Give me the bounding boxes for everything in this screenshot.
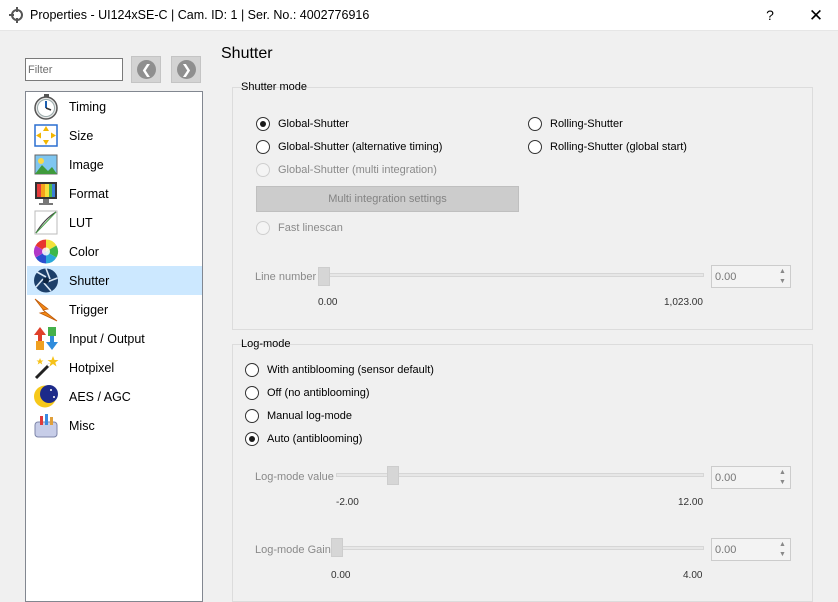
sidebar-item-input-output[interactable]: Input / Output [27,324,202,353]
radio-label: With antiblooming (sensor default) [267,364,434,376]
radio-label: Rolling-Shutter [550,118,623,130]
spin-up-icon[interactable]: ▲ [776,267,789,277]
filter-input[interactable] [25,58,123,81]
radio-label: Global-Shutter (alternative timing) [278,141,443,153]
line-number-slider-thumb[interactable] [318,267,330,286]
radio-label: Rolling-Shutter (global start) [550,141,687,153]
back-button[interactable]: ❮ [131,56,161,83]
spin-down-icon[interactable]: ▼ [776,478,789,488]
sidebar-item-image[interactable]: Image [27,150,202,179]
radio-label: Global-Shutter [278,118,349,130]
radio-label: Auto (antiblooming) [267,433,363,445]
radio-fast-linescan[interactable] [256,221,270,235]
arrow-right-icon: ❯ [177,60,196,79]
multi-integration-settings-button[interactable]: Multi integration settings [256,186,519,212]
shutter-icon [34,268,58,293]
help-button[interactable]: ? [748,0,792,31]
radio-log-manual[interactable] [245,409,259,423]
sidebar-item-label: Misc [69,419,95,433]
close-button[interactable]: ✕ [794,0,838,31]
radio-global-shutter-alt[interactable] [256,140,270,154]
sidebar-item-hotpixel[interactable]: Hotpixel [27,353,202,382]
sidebar-item-label: Image [69,158,104,172]
sidebar-item-trigger[interactable]: Trigger [27,295,202,324]
sidebar-item-label: Size [69,129,94,143]
radio-log-with-antiblooming[interactable] [245,363,259,377]
moon-icon [34,385,58,408]
sidebar-item-label: Format [69,187,109,201]
magic-wand-icon [34,356,59,380]
spin-down-icon[interactable]: ▼ [776,277,789,287]
app-icon [9,7,23,23]
spinbox-value: 0.00 [715,544,737,556]
spin-down-icon[interactable]: ▼ [776,550,789,560]
sidebar-item-aes-agc[interactable]: AES / AGC [27,382,202,411]
line-number-spinbox[interactable]: 0.00 ▲ ▼ [711,265,791,288]
arrow-left-icon: ❮ [137,60,156,79]
sidebar-item-label: Timing [69,100,107,114]
radio-label: Global-Shutter (multi integration) [278,164,437,176]
sidebar-item-misc[interactable]: Misc [27,411,202,440]
toolbox-icon [34,414,58,438]
log-mode-gain-slider-thumb[interactable] [331,538,343,557]
line-number-slider-track[interactable] [318,273,704,277]
sidebar-item-timing[interactable]: Timing [27,92,202,121]
sidebar-item-label: LUT [69,216,93,230]
radio-rolling-shutter-global[interactable] [528,140,542,154]
sidebar-item-label: Color [69,245,99,259]
sidebar-item-lut[interactable]: LUT [27,208,202,237]
radio-label: Off (no antiblooming) [267,387,370,399]
log-mode-gain-spinbox[interactable]: 0.00 ▲ ▼ [711,538,791,561]
image-icon [34,154,58,175]
sidebar-item-label: Trigger [69,303,109,317]
forward-button[interactable]: ❯ [171,56,201,83]
radio-label: Fast linescan [278,222,343,234]
log-mode-value-slider-thumb[interactable] [387,466,399,485]
spinbox-value: 0.00 [715,472,737,484]
log-mode-value-label: Log-mode value [255,471,334,483]
radio-global-shutter-multi[interactable] [256,163,270,177]
sidebar-item-size[interactable]: Size [27,121,202,150]
monitor-icon [35,182,57,205]
radio-global-shutter[interactable] [256,117,270,131]
category-list: Timing Size Image Format LUT Color Shutt… [25,91,203,602]
sidebar-item-label: Shutter [69,274,110,288]
radio-log-off[interactable] [245,386,259,400]
slider-min-label: 0.00 [331,570,351,581]
sidebar-item-label: Hotpixel [69,361,115,375]
log-mode-gain-label: Log-mode Gain [255,544,331,556]
slider-max-label: 4.00 [683,570,703,581]
group-title: Log-mode [241,338,291,350]
io-arrows-icon [34,327,58,350]
resize-icon [34,124,58,147]
sidebar-item-shutter[interactable]: Shutter [27,266,202,295]
spin-up-icon[interactable]: ▲ [776,468,789,478]
radio-log-auto[interactable] [245,432,259,446]
slider-max-label: 12.00 [678,497,704,508]
group-title: Shutter mode [241,81,308,93]
slider-max-label: 1,023.00 [664,297,703,308]
sidebar-item-color[interactable]: Color [27,237,202,266]
spin-up-icon[interactable]: ▲ [776,540,789,550]
log-mode-value-spinbox[interactable]: 0.00 ▲ ▼ [711,466,791,489]
radio-rolling-shutter[interactable] [528,117,542,131]
sidebar-item-format[interactable]: Format [27,179,202,208]
stopwatch-icon [34,94,58,120]
color-wheel-icon [33,239,59,264]
lightning-icon [34,298,58,322]
sidebar-item-label: AES / AGC [69,390,131,404]
sidebar-item-label: Input / Output [69,332,145,346]
title-bar: Properties - UI124xSE-C | Cam. ID: 1 | S… [0,0,838,31]
line-number-label: Line number [255,271,317,283]
slider-min-label: 0.00 [318,297,338,308]
spinbox-value: 0.00 [715,271,737,283]
radio-label: Manual log-mode [267,410,352,422]
page-title: Shutter [221,45,273,62]
curve-icon [34,210,58,235]
slider-min-label: -2.00 [336,497,359,508]
log-mode-gain-slider-track[interactable] [331,546,704,550]
window-title: Properties - UI124xSE-C | Cam. ID: 1 | S… [30,8,370,22]
